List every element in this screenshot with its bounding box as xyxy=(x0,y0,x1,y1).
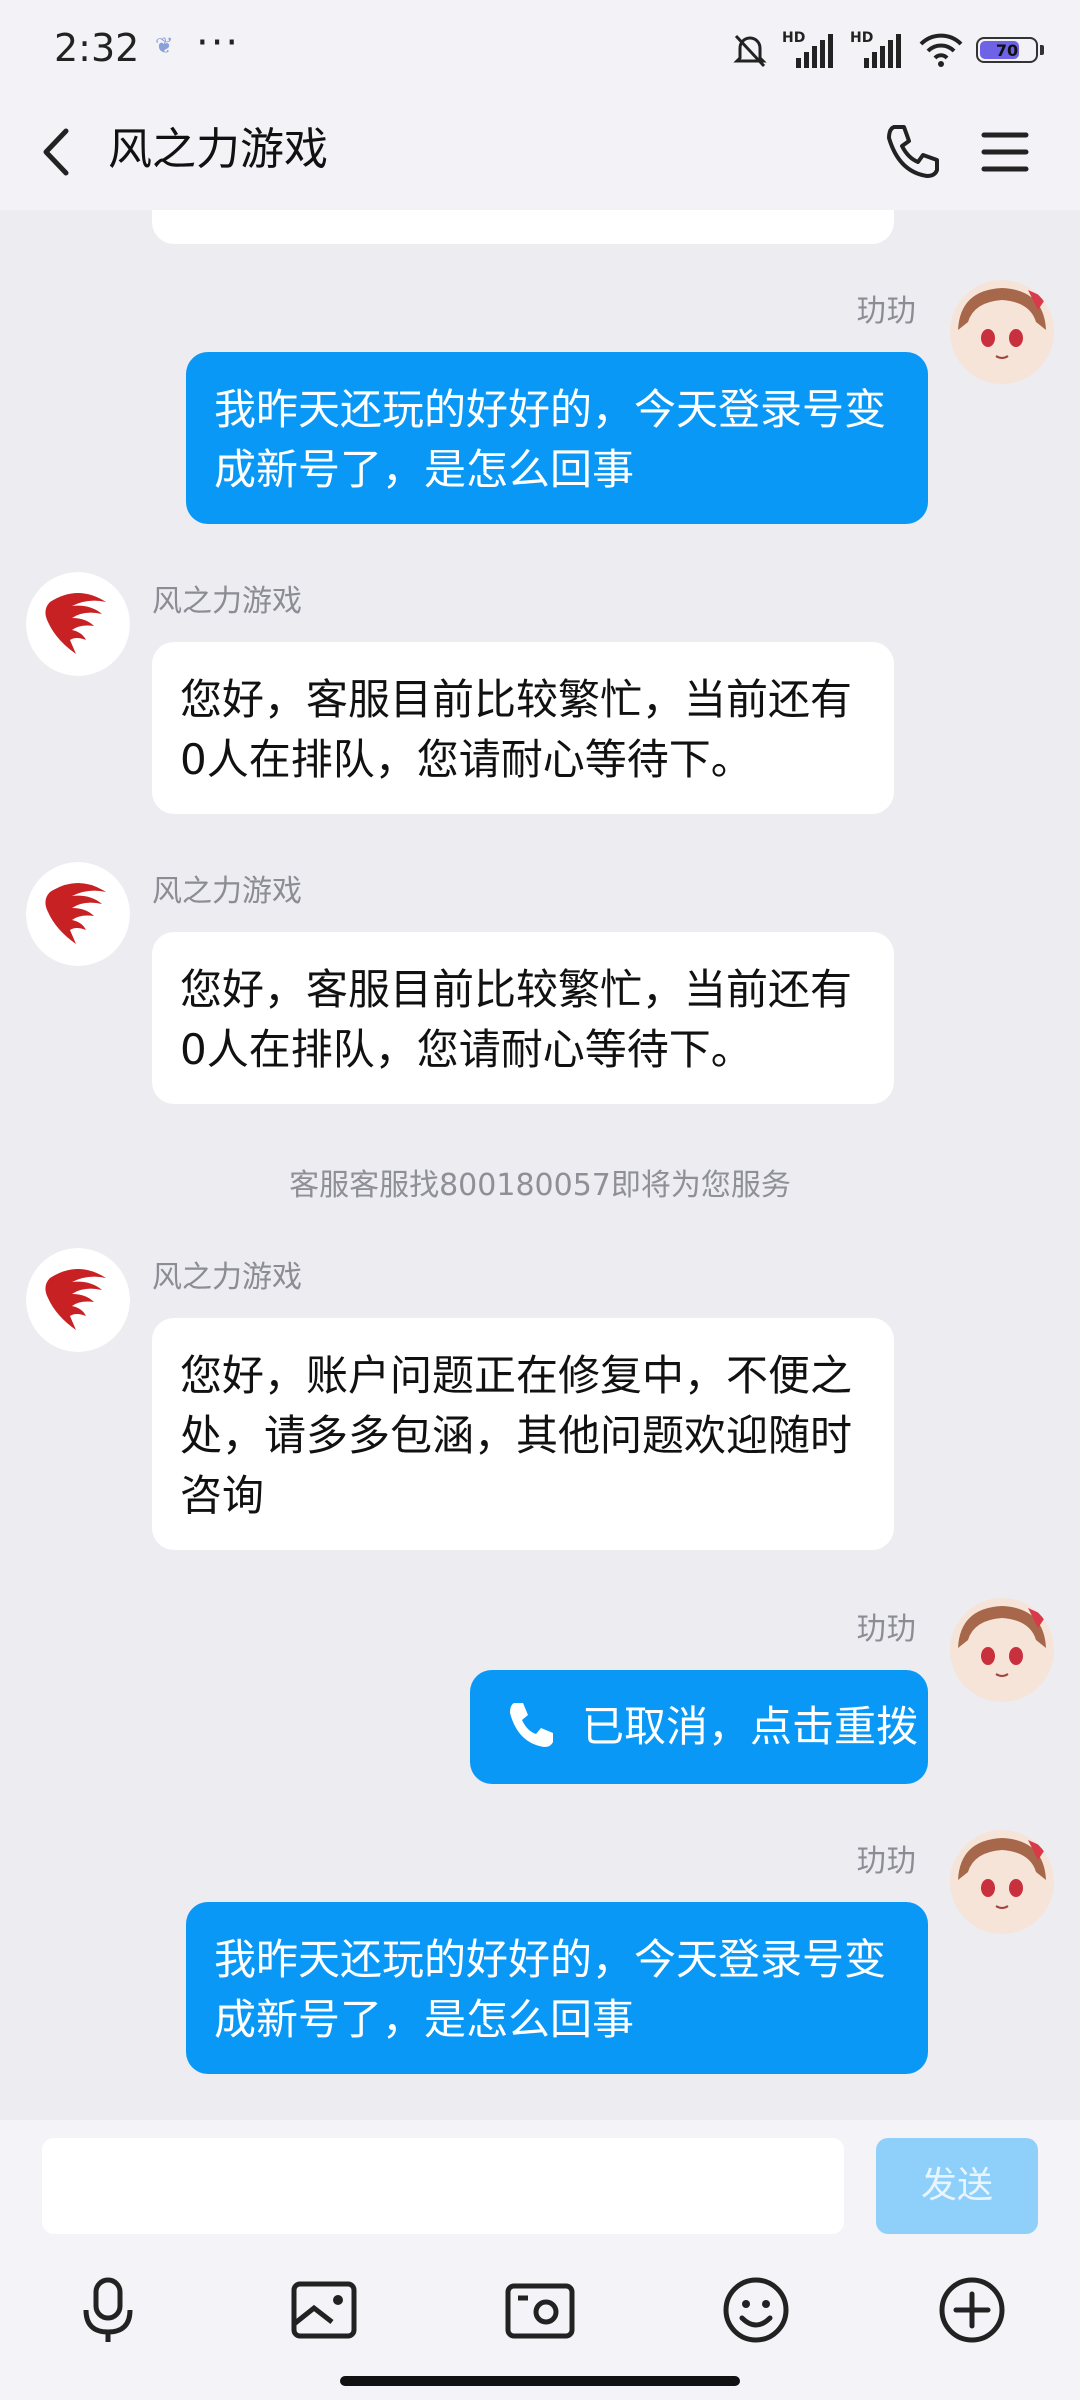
signal-icon: HD xyxy=(782,30,838,70)
battery-icon: 70 xyxy=(976,37,1038,63)
signal-icon-2: HD xyxy=(850,30,906,70)
sender-name: 玏玏 xyxy=(856,294,916,329)
send-button[interactable]: 发送 xyxy=(876,2138,1038,2234)
mute-bell-icon xyxy=(733,34,767,68)
phone-icon xyxy=(510,1703,553,1747)
user-avatar[interactable] xyxy=(950,1830,1054,1934)
message-bubble-incoming[interactable]: 您好，客服目前比较繁忙，当前还有0人在排队，您请耐心等待下。 xyxy=(152,642,894,814)
image-icon[interactable] xyxy=(284,2270,364,2350)
wifi-icon xyxy=(919,33,963,67)
voice-icon[interactable] xyxy=(68,2270,148,2350)
user-avatar[interactable] xyxy=(950,1598,1054,1702)
home-indicator[interactable] xyxy=(340,2376,740,2386)
camera-icon[interactable] xyxy=(500,2270,580,2350)
call-status-text: 已取消，点击重拨 xyxy=(582,1702,919,1751)
battery-level: 70 xyxy=(995,40,1019,60)
sender-name: 风之力游戏 xyxy=(152,874,302,909)
system-message: 客服客服找800180057即将为您服务 xyxy=(289,1168,791,1203)
message-input[interactable] xyxy=(42,2138,844,2234)
message-bubble-partial xyxy=(152,210,894,244)
service-avatar[interactable] xyxy=(26,572,130,676)
sender-name: 玏玏 xyxy=(856,1612,916,1647)
status-bar: 2:32 ❦ ··· HD HD 70 xyxy=(0,0,1080,95)
status-more: ··· xyxy=(196,20,241,66)
message-list[interactable]: 玏玏 我昨天还玩的好好的，今天登录号变成新号了，是怎么回事 风之力游戏 您好，客… xyxy=(0,210,1080,2120)
phone-icon[interactable] xyxy=(876,117,946,187)
call-message-bubble[interactable]: 已取消，点击重拨 xyxy=(470,1670,928,1784)
emoji-icon[interactable] xyxy=(716,2270,796,2350)
chat-header: 风之力游戏 xyxy=(0,95,1080,210)
chat-title: 风之力游戏 xyxy=(108,124,328,175)
sender-name: 风之力游戏 xyxy=(152,1260,302,1295)
service-avatar[interactable] xyxy=(26,1248,130,1352)
menu-icon[interactable] xyxy=(970,117,1040,187)
message-bubble-incoming[interactable]: 您好，客服目前比较繁忙，当前还有0人在排队，您请耐心等待下。 xyxy=(152,932,894,1104)
message-bubble-outgoing[interactable]: 我昨天还玩的好好的，今天登录号变成新号了，是怎么回事 xyxy=(186,1902,928,2074)
input-bar: 发送 xyxy=(0,2120,1080,2400)
sender-name: 玏玏 xyxy=(856,1844,916,1879)
service-avatar[interactable] xyxy=(26,862,130,966)
status-time: 2:32 xyxy=(54,26,140,70)
notification-icon: ❦ xyxy=(155,34,174,59)
back-icon[interactable] xyxy=(30,117,86,187)
sender-name: 风之力游戏 xyxy=(152,584,302,619)
user-avatar[interactable] xyxy=(950,280,1054,384)
message-bubble-incoming[interactable]: 您好，账户问题正在修复中，不便之处，请多多包涵，其他问题欢迎随时咨询 xyxy=(152,1318,894,1550)
status-icons: HD HD 70 xyxy=(730,28,1044,72)
plus-icon[interactable] xyxy=(932,2270,1012,2350)
message-bubble-outgoing[interactable]: 我昨天还玩的好好的，今天登录号变成新号了，是怎么回事 xyxy=(186,352,928,524)
